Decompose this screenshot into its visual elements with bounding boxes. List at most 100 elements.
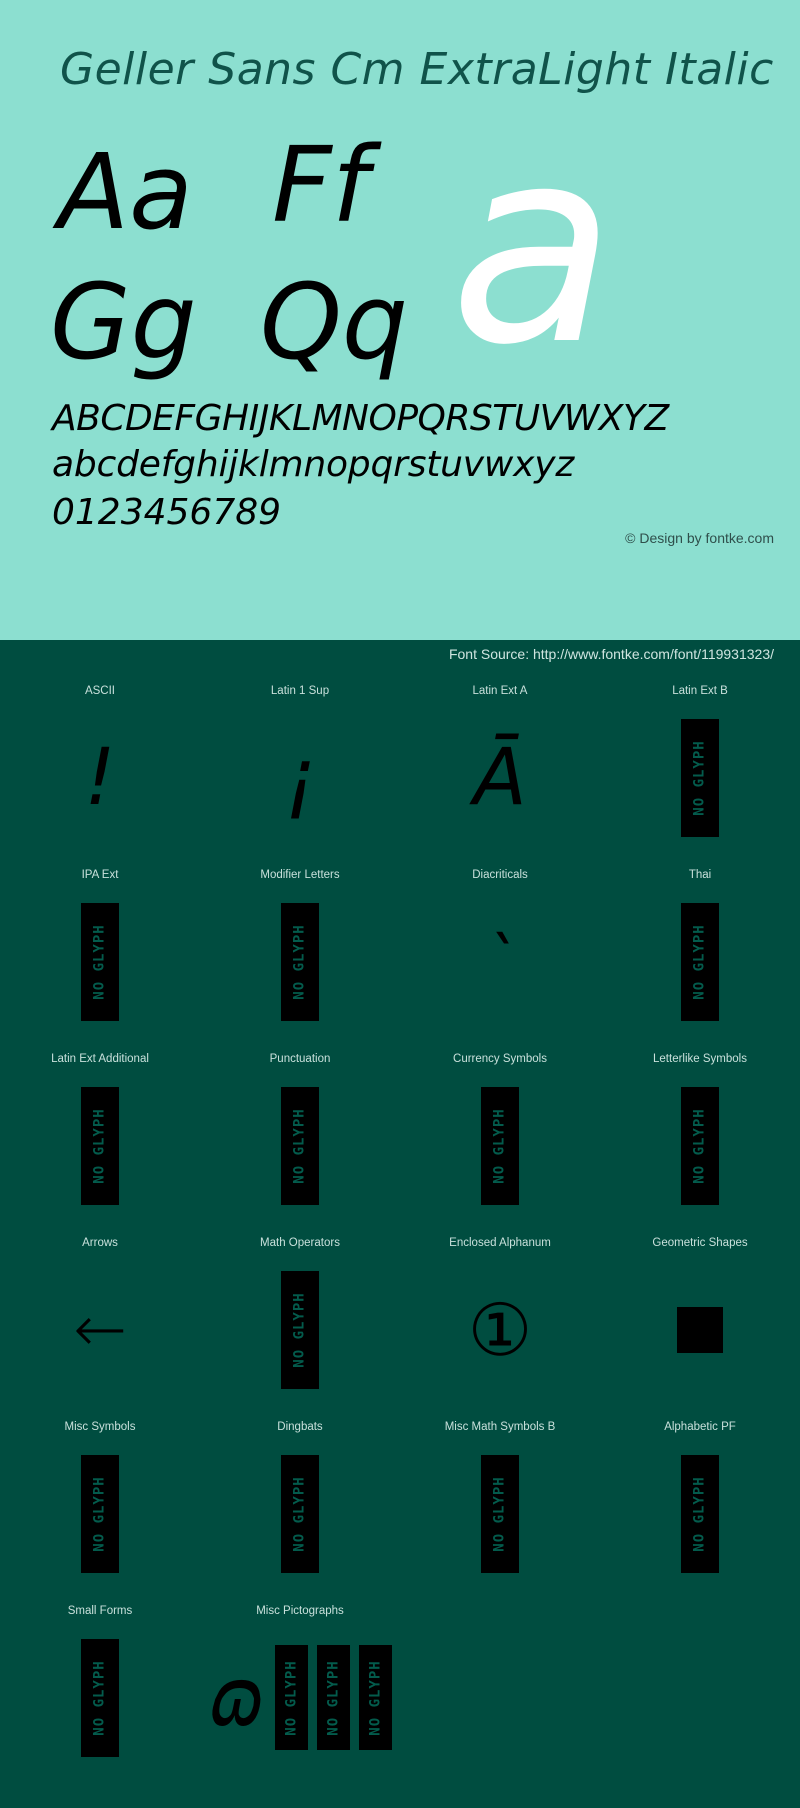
no-glyph-label: NO GLYPH	[92, 923, 108, 1000]
block-sample: NO GLYPH	[200, 1065, 400, 1226]
block-cell-thai[interactable]: Thai NO GLYPH	[600, 858, 800, 1042]
source-bar: Font Source: http://www.fontke.com/font/…	[0, 640, 800, 674]
block-cell-latin-1-sup[interactable]: Latin 1 Sup ¡	[200, 674, 400, 858]
no-glyph-placeholder: NO GLYPH	[81, 902, 119, 1021]
block-sample: ɷ NO GLYPH NO GLYPH NO GLYPH	[200, 1617, 400, 1778]
block-label: ASCII	[84, 685, 116, 697]
block-cell-small-forms[interactable]: Small Forms NO GLYPH	[0, 1594, 200, 1778]
block-cell-latin-ext-a[interactable]: Latin Ext A Ā	[400, 674, 600, 858]
block-label: Misc Symbols	[64, 1421, 136, 1433]
no-glyph-placeholder: NO GLYPH	[681, 1086, 719, 1205]
block-cell-letterlike-symbols[interactable]: Letterlike Symbols NO GLYPH	[600, 1042, 800, 1226]
block-sample: NO GLYPH	[0, 1617, 200, 1778]
block-row: Small Forms NO GLYPH Misc Pictographs ɷ …	[0, 1594, 800, 1778]
no-glyph-label: NO GLYPH	[292, 1291, 308, 1368]
block-cell-latin-ext-additional[interactable]: Latin Ext Additional NO GLYPH	[0, 1042, 200, 1226]
block-cell-dingbats[interactable]: Dingbats NO GLYPH	[200, 1410, 400, 1594]
block-cell-arrows[interactable]: Arrows ←	[0, 1226, 200, 1410]
no-glyph-placeholder: NO GLYPH	[681, 718, 719, 837]
block-cell-misc-pictographs[interactable]: Misc Pictographs ɷ NO GLYPH NO GLYPH NO …	[200, 1594, 400, 1778]
block-label: Letterlike Symbols	[653, 1053, 747, 1065]
no-glyph-placeholder: NO GLYPH	[81, 1086, 119, 1205]
block-label: Alphabetic PF	[664, 1421, 736, 1433]
glyph-cluster: ɷ NO GLYPH NO GLYPH NO GLYPH	[207, 1645, 393, 1750]
glyph-dyogh: ɷ	[207, 1650, 267, 1744]
block-sample	[600, 1249, 800, 1410]
block-row: Misc Symbols NO GLYPH Dingbats NO GLYPH …	[0, 1410, 800, 1594]
block-cell-currency-symbols[interactable]: Currency Symbols NO GLYPH	[400, 1042, 600, 1226]
digits-sample: 0123456789	[52, 492, 282, 533]
block-cell-latin-ext-b[interactable]: Latin Ext B NO GLYPH	[600, 674, 800, 858]
block-label: Modifier Letters	[260, 869, 340, 881]
block-label: Arrows	[82, 1237, 118, 1249]
block-cell-modifier-letters[interactable]: Modifier Letters NO GLYPH	[200, 858, 400, 1042]
block-row: Arrows ← Math Operators NO GLYPH Enclose…	[0, 1226, 800, 1410]
block-label: Small Forms	[67, 1605, 133, 1617]
glyph-a-macron: Ā	[473, 732, 527, 823]
no-glyph-placeholder: NO GLYPH	[281, 1086, 319, 1205]
no-glyph-placeholder: NO GLYPH	[481, 1454, 519, 1573]
block-cell-geometric-shapes[interactable]: Geometric Shapes	[600, 1226, 800, 1410]
block-sample: ①	[400, 1249, 600, 1410]
no-glyph-label: NO GLYPH	[283, 1659, 300, 1736]
block-label: Latin Ext A	[472, 685, 528, 697]
no-glyph-placeholder: NO GLYPH	[281, 1454, 319, 1573]
no-glyph-label: NO GLYPH	[492, 1475, 508, 1552]
font-specimen-page: Geller Sans Cm ExtraLight Italic Aa Ff G…	[0, 0, 800, 1808]
no-glyph-label: NO GLYPH	[692, 923, 708, 1000]
block-cell-diacriticals[interactable]: Diacriticals `	[400, 858, 600, 1042]
block-sample: NO GLYPH	[600, 881, 800, 1042]
block-sample: NO GLYPH	[400, 1433, 600, 1594]
block-label: Thai	[688, 869, 712, 881]
font-source-link[interactable]: Font Source: http://www.fontke.com/font/…	[449, 646, 774, 662]
no-glyph-placeholder: NO GLYPH	[275, 1645, 309, 1750]
no-glyph-placeholder: NO GLYPH	[81, 1454, 119, 1573]
block-sample: ¡	[200, 697, 400, 858]
block-sample: NO GLYPH	[0, 881, 200, 1042]
block-label: Geometric Shapes	[652, 1237, 748, 1249]
block-cell-misc-symbols[interactable]: Misc Symbols NO GLYPH	[0, 1410, 200, 1594]
no-glyph-label: NO GLYPH	[325, 1659, 342, 1736]
block-sample: NO GLYPH	[400, 1065, 600, 1226]
block-cell-enclosed-alphanum[interactable]: Enclosed Alphanum ①	[400, 1226, 600, 1410]
feature-glyph: a	[450, 89, 616, 404]
left-arrow-icon: ←	[73, 1292, 127, 1367]
block-label: Latin 1 Sup	[270, 685, 330, 697]
block-cell-alphabetic-pf[interactable]: Alphabetic PF NO GLYPH	[600, 1410, 800, 1594]
no-glyph-label: NO GLYPH	[292, 1107, 308, 1184]
block-sample: NO GLYPH	[200, 1249, 400, 1410]
block-label: Misc Pictographs	[256, 1605, 344, 1617]
block-label: Latin Ext B	[672, 685, 728, 697]
block-label: Diacriticals	[472, 869, 528, 881]
block-sample: NO GLYPH	[0, 1065, 200, 1226]
block-row: ASCII ! Latin 1 Sup ¡ Latin Ext A Ā Lati…	[0, 674, 800, 858]
block-label: Latin Ext Additional	[51, 1053, 149, 1065]
block-sample: NO GLYPH	[600, 1433, 800, 1594]
no-glyph-placeholder: NO GLYPH	[281, 1270, 319, 1389]
no-glyph-label: NO GLYPH	[692, 1107, 708, 1184]
glyph-inverted-exclam: ¡	[284, 732, 316, 823]
glyph-pair-gg: Gg	[50, 261, 197, 383]
unicode-block-grid: ASCII ! Latin 1 Sup ¡ Latin Ext A Ā Lati…	[0, 674, 800, 1778]
no-glyph-placeholder: NO GLYPH	[317, 1645, 351, 1750]
no-glyph-placeholder: NO GLYPH	[281, 902, 319, 1021]
block-cell-ascii[interactable]: ASCII !	[0, 674, 200, 858]
no-glyph-placeholder: NO GLYPH	[681, 1454, 719, 1573]
block-label: Enclosed Alphanum	[449, 1237, 551, 1249]
block-cell-ipa-ext[interactable]: IPA Ext NO GLYPH	[0, 858, 200, 1042]
no-glyph-label: NO GLYPH	[292, 923, 308, 1000]
block-cell-punctuation[interactable]: Punctuation NO GLYPH	[200, 1042, 400, 1226]
design-credit: © Design by fontke.com	[625, 530, 774, 546]
no-glyph-placeholder: NO GLYPH	[81, 1638, 119, 1757]
block-row: Latin Ext Additional NO GLYPH Punctuatio…	[0, 1042, 800, 1226]
no-glyph-label: NO GLYPH	[367, 1659, 384, 1736]
glyph-combining-grave: `	[484, 924, 516, 999]
no-glyph-label: NO GLYPH	[692, 1475, 708, 1552]
block-cell-math-operators[interactable]: Math Operators NO GLYPH	[200, 1226, 400, 1410]
no-glyph-label: NO GLYPH	[292, 1475, 308, 1552]
block-cell-misc-math-symbols-b[interactable]: Misc Math Symbols B NO GLYPH	[400, 1410, 600, 1594]
glyph-exclam: !	[84, 732, 116, 823]
glyph-pair-aa: Aa	[58, 131, 193, 253]
block-label: IPA Ext	[81, 869, 119, 881]
no-glyph-label: NO GLYPH	[92, 1107, 108, 1184]
